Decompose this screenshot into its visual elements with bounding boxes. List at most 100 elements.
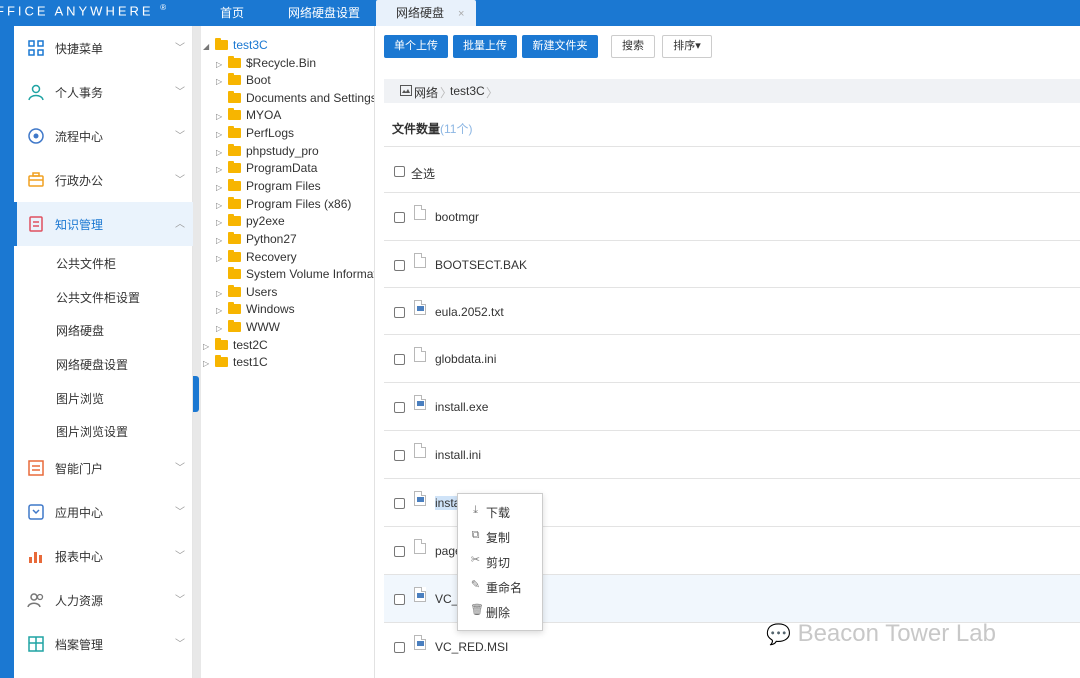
tab-netdisk[interactable]: 网络硬盘 × xyxy=(376,0,477,26)
expand-arrow-icon[interactable]: ▷ xyxy=(216,289,228,298)
tab-netdisk-settings[interactable]: 网络硬盘设置 xyxy=(288,0,360,26)
menu-hr[interactable]: 人力资源 ﹀ xyxy=(14,578,193,622)
row-checkbox[interactable] xyxy=(394,642,405,653)
expand-arrow-icon[interactable]: ▷ xyxy=(216,218,228,227)
menu-copy[interactable]: ⧉ 复制 xyxy=(458,524,542,549)
tree-node[interactable]: ▷ WWW xyxy=(216,320,280,337)
expand-arrow-icon[interactable]: ▷ xyxy=(216,148,228,157)
menu-cut[interactable]: ✂ 剪切 xyxy=(458,549,542,574)
tree-node[interactable]: ▷ Boot xyxy=(216,73,271,90)
file-name[interactable]: install.exe xyxy=(435,400,488,414)
expand-arrow-icon[interactable]: ▷ xyxy=(216,165,228,174)
menu-personal[interactable]: 个人事务 ﹀ xyxy=(14,70,193,114)
file-row[interactable]: install.exe xyxy=(384,383,1080,430)
file-name[interactable]: eula.2052.txt xyxy=(435,305,504,319)
menu-admin[interactable]: 行政办公 ﹀ xyxy=(14,158,193,202)
file-name[interactable]: bootmgr xyxy=(435,210,479,224)
expand-arrow-icon[interactable]: ▷ xyxy=(216,324,228,333)
folder-icon xyxy=(228,56,241,68)
submenu-image-browse-settings[interactable]: 图片浏览设置 xyxy=(56,423,128,440)
row-checkbox[interactable] xyxy=(394,450,405,461)
row-checkbox[interactable] xyxy=(394,354,405,365)
select-all-checkbox[interactable] xyxy=(394,166,405,177)
file-row[interactable]: globdata.ini xyxy=(384,335,1080,382)
expand-arrow-icon[interactable]: ▷ xyxy=(216,201,228,210)
people-icon xyxy=(27,593,44,608)
file-name[interactable]: globdata.ini xyxy=(435,352,496,366)
file-row[interactable]: install.ini xyxy=(384,431,1080,478)
tree-node[interactable]: Documents and Settings xyxy=(216,91,374,108)
tree-node[interactable]: ▷ MYOA xyxy=(216,108,281,125)
tree-node[interactable]: ▷ Program Files (x86) xyxy=(216,197,351,214)
expand-arrow-icon[interactable]: ▷ xyxy=(203,342,215,351)
file-name[interactable]: VC_ xyxy=(435,592,458,606)
breadcrumb-current[interactable]: test3C xyxy=(450,84,485,98)
row-checkbox[interactable] xyxy=(394,402,405,413)
tree-node[interactable]: ▷ py2exe xyxy=(216,214,285,231)
menu-knowledge[interactable]: 知识管理 ︿ xyxy=(14,202,193,246)
archive-icon xyxy=(28,636,44,652)
tree-node[interactable]: ▷ PerfLogs xyxy=(216,126,294,143)
file-row[interactable]: bootmgr xyxy=(384,193,1080,240)
submenu-netdisk-settings[interactable]: 网络硬盘设置 xyxy=(56,356,128,373)
file-icon xyxy=(414,205,426,220)
file-name[interactable]: BOOTSECT.BAK xyxy=(435,258,527,272)
submenu-public-cabinet-settings[interactable]: 公共文件柜设置 xyxy=(56,289,140,306)
expand-arrow-icon[interactable]: ▷ xyxy=(216,306,228,315)
expand-arrow-icon[interactable]: ▷ xyxy=(216,112,228,121)
submenu-public-cabinet[interactable]: 公共文件柜 xyxy=(56,255,116,272)
submenu-netdisk[interactable]: 网络硬盘 xyxy=(56,322,104,339)
expand-arrow-icon[interactable]: ▷ xyxy=(216,77,228,86)
menu-portal[interactable]: 智能门户 ﹀ xyxy=(14,446,193,490)
expand-arrow-icon[interactable]: ▷ xyxy=(203,359,215,368)
tree-node[interactable]: ▷ test1C xyxy=(203,355,268,372)
tree-node[interactable]: ▷ Recovery xyxy=(216,250,297,267)
row-checkbox[interactable] xyxy=(394,546,405,557)
menu-apps[interactable]: 应用中心 ﹀ xyxy=(14,490,193,534)
row-checkbox[interactable] xyxy=(394,212,405,223)
search-button[interactable]: 搜索 xyxy=(611,35,655,58)
tree-node[interactable]: ▷ test2C xyxy=(203,338,268,355)
expand-arrow-icon[interactable]: ◢ xyxy=(203,42,215,51)
submenu-image-browse[interactable]: 图片浏览 xyxy=(56,390,104,407)
tree-node-root[interactable]: ◢ test3C xyxy=(203,38,268,55)
close-icon[interactable]: × xyxy=(458,8,464,20)
tree-node[interactable]: ▷ ProgramData xyxy=(216,161,317,178)
menu-quick[interactable]: 快捷菜单 ﹀ xyxy=(14,26,193,70)
row-checkbox[interactable] xyxy=(394,498,405,509)
row-checkbox[interactable] xyxy=(394,594,405,605)
panel-splitter[interactable] xyxy=(193,26,201,678)
msi-file-icon xyxy=(414,587,426,602)
file-row[interactable]: eula.2052.txt xyxy=(384,288,1080,335)
menu-delete[interactable]: 🗑 删除 xyxy=(458,599,542,624)
row-checkbox[interactable] xyxy=(394,260,405,271)
row-checkbox[interactable] xyxy=(394,307,405,318)
menu-flow[interactable]: 流程中心 ﹀ xyxy=(14,114,193,158)
expand-arrow-icon[interactable]: ▷ xyxy=(216,60,228,69)
splitter-handle[interactable] xyxy=(193,376,199,412)
expand-arrow-icon[interactable]: ▷ xyxy=(216,183,228,192)
expand-arrow-icon[interactable]: ▷ xyxy=(216,236,228,245)
menu-rename[interactable]: ✎ 重命名 xyxy=(458,574,542,599)
file-name[interactable]: VC_RED.MSI xyxy=(435,640,508,654)
file-name[interactable]: install.ini xyxy=(435,448,481,462)
menu-download[interactable]: ⤓ 下载 xyxy=(458,499,542,524)
expand-arrow-icon[interactable]: ▷ xyxy=(216,254,228,263)
breadcrumb-root[interactable]: 网络 xyxy=(414,84,438,101)
sort-button[interactable]: 排序▾ xyxy=(662,35,712,58)
tree-node[interactable]: ▷ Users xyxy=(216,285,277,302)
tree-node[interactable]: System Volume Information xyxy=(216,267,374,284)
file-row[interactable]: BOOTSECT.BAK xyxy=(384,241,1080,288)
tree-node[interactable]: ▷ Windows xyxy=(216,302,295,319)
menu-reports[interactable]: 报表中心 ﹀ xyxy=(14,534,193,578)
tree-node[interactable]: ▷ Program Files xyxy=(216,179,321,196)
new-folder-button[interactable]: 新建文件夹 xyxy=(522,35,598,58)
menu-archive[interactable]: 档案管理 ﹀ xyxy=(14,622,193,666)
expand-arrow-icon[interactable]: ▷ xyxy=(216,130,228,139)
upload-batch-button[interactable]: 批量上传 xyxy=(453,35,517,58)
tab-home[interactable]: 首页 xyxy=(220,0,244,26)
tree-node[interactable]: ▷ $Recycle.Bin xyxy=(216,56,316,73)
tree-node[interactable]: ▷ Python27 xyxy=(216,232,297,249)
upload-single-button[interactable]: 单个上传 xyxy=(384,35,448,58)
tree-node[interactable]: ▷ phpstudy_pro xyxy=(216,144,319,161)
